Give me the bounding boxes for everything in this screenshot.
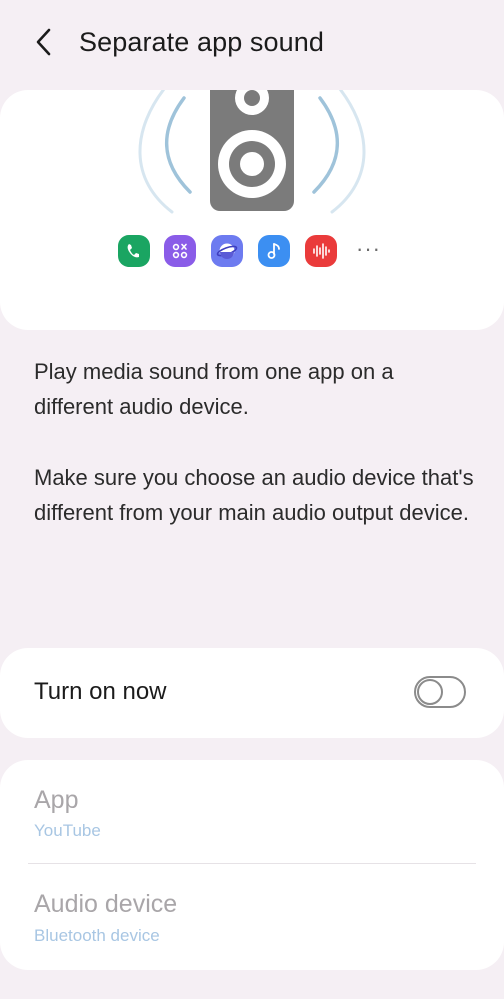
app-setting-label: App: [34, 786, 79, 814]
description-paragraph: Play media sound from one app on a diffe…: [34, 359, 394, 419]
more-apps-indicator: ···: [356, 236, 381, 261]
turn-on-now-switch[interactable]: [414, 676, 466, 708]
switch-knob: [417, 679, 443, 705]
audio-device-setting-value: Bluetooth device: [34, 926, 160, 945]
app-setting-value: YouTube: [34, 821, 101, 840]
audio-device-setting-label: Audio device: [34, 890, 178, 918]
description-paragraph-note: Make sure you choose an audio device tha…: [34, 465, 474, 525]
app-setting-row[interactable]: App YouTube: [0, 760, 504, 864]
phone-icon: [127, 244, 139, 258]
voice-recorder-icon: [313, 243, 330, 259]
phone-app: [118, 235, 150, 267]
internet-app: [211, 235, 243, 267]
settings-card: App YouTube Audio device Bluetooth devic…: [0, 760, 504, 970]
voice-recorder-app: [305, 235, 337, 267]
chevron-left-icon: [36, 28, 51, 56]
sound-wave-right-inner: [312, 96, 340, 194]
speaker-illustration: [138, 90, 366, 214]
speaker-icon: [210, 90, 294, 211]
illustration-card: ···: [0, 90, 504, 330]
music-app: [258, 235, 290, 267]
turn-on-now-row[interactable]: Turn on now: [0, 648, 504, 738]
music-icon: [267, 243, 280, 259]
calculator-icon: [172, 243, 188, 259]
back-button[interactable]: [28, 26, 60, 58]
internet-icon: [216, 243, 238, 259]
calculator-app: [164, 235, 196, 267]
audio-device-setting-row[interactable]: Audio device Bluetooth device: [0, 864, 504, 970]
page-title: Separate app sound: [79, 27, 324, 57]
app-bar: Separate app sound: [0, 0, 504, 88]
sound-wave-left-inner: [164, 96, 192, 194]
toggle-label: Turn on now: [34, 678, 167, 705]
app-icons-row: ···: [0, 235, 504, 271]
